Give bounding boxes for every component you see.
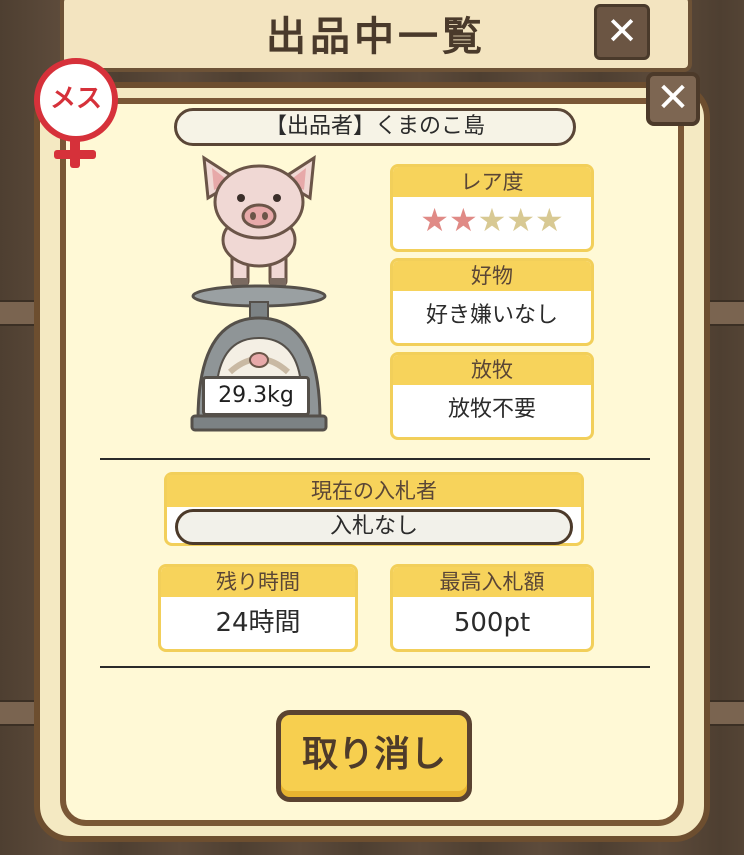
star-filled-icon: ★	[420, 201, 449, 239]
grazing-label: 放牧	[393, 355, 591, 385]
female-gender-icon: メス	[34, 58, 118, 142]
star-empty-icon: ★	[506, 201, 536, 239]
grazing-value: 放牧不要	[447, 397, 536, 422]
female-symbol-bar	[54, 150, 96, 159]
highest-bid-box: 最高入札額 500pt	[390, 564, 594, 652]
current-bidder-label: 現在の入札者	[167, 475, 581, 507]
star-empty-icon: ★	[477, 201, 507, 239]
rarity-stars: ★★★★★	[393, 197, 591, 243]
grazing-box: 放牧 放牧不要	[390, 352, 594, 440]
list-close-icon[interactable]: ✕	[594, 4, 650, 60]
favorite-value: 好き嫌いなし	[425, 303, 558, 328]
seller-name: 【出品者】くまのこ島	[174, 108, 576, 146]
rarity-box: レア度 ★★★★★	[390, 164, 594, 252]
star-filled-icon: ★	[448, 201, 478, 239]
current-bidder-box: 現在の入札者 入札なし	[164, 472, 584, 546]
time-left-label: 残り時間	[161, 567, 355, 597]
time-left-value: 24時間	[215, 608, 301, 638]
rarity-label: レア度	[393, 167, 591, 197]
star-empty-icon: ★	[535, 201, 564, 239]
pig-weight-readout: 29.3kg	[202, 376, 310, 416]
highest-bid-value: 500pt	[453, 608, 531, 638]
cancel-listing-button[interactable]: 取り消し	[276, 710, 472, 802]
divider	[100, 666, 650, 668]
favorite-label: 好物	[393, 261, 591, 291]
favorite-box: 好物 好き嫌いなし	[390, 258, 594, 346]
time-left-box: 残り時間 24時間	[158, 564, 358, 652]
dialog-close-icon[interactable]: ✕	[646, 72, 700, 126]
current-bidder-value: 入札なし	[175, 509, 573, 545]
highest-bid-label: 最高入札額	[393, 567, 591, 597]
divider	[100, 458, 650, 460]
